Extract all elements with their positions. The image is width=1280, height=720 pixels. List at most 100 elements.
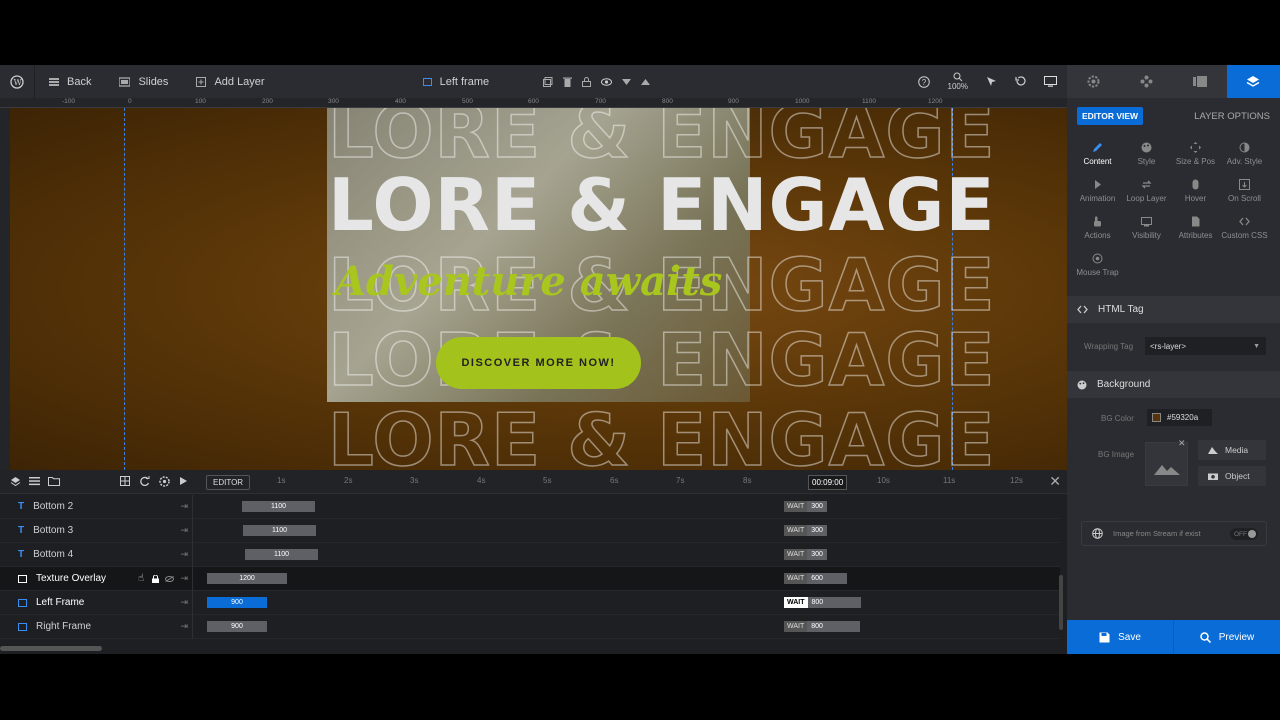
align-end-icon[interactable]: ⇥ <box>180 501 188 512</box>
align-end-icon[interactable]: ⇥ <box>180 573 188 584</box>
duration-bar[interactable]: 900 <box>207 597 267 608</box>
settings-icon[interactable] <box>159 476 170 487</box>
tab-slider-settings[interactable] <box>1067 65 1120 98</box>
editor-view-badge[interactable]: EDITOR VIEW <box>1077 107 1144 125</box>
grid-icon[interactable] <box>120 476 130 486</box>
option-actions[interactable]: Actions <box>1073 216 1122 245</box>
wait-value: 300 <box>807 501 828 512</box>
wordpress-button[interactable]: W <box>0 65 34 98</box>
duration-bar[interactable]: 1100 <box>245 549 318 560</box>
option-hover[interactable]: Hover <box>1171 179 1220 208</box>
visibility-icon[interactable] <box>601 77 613 86</box>
option-adv-style[interactable]: Adv. Style <box>1220 142 1269 171</box>
object-button[interactable]: Object <box>1198 466 1266 486</box>
zoom-control[interactable]: 100% <box>948 72 968 91</box>
stream-toggle[interactable]: OFF <box>1230 528 1258 540</box>
option-on-scroll[interactable]: On Scroll <box>1220 179 1269 208</box>
layer-name-cell[interactable]: Right Frame ⇥ <box>0 614 193 639</box>
align-end-icon[interactable]: ⇥ <box>180 549 188 560</box>
timeline-row[interactable]: Texture Overlay ☝ ⇥ 1200 WAIT 600 <box>0 566 1060 591</box>
play-icon[interactable] <box>179 476 188 486</box>
lock-icon[interactable] <box>582 76 592 87</box>
horizontal-scrollbar[interactable] <box>0 646 102 651</box>
back-button[interactable]: Back <box>35 65 105 98</box>
hidden-icon[interactable] <box>165 575 174 582</box>
option-visibility[interactable]: Visibility <box>1122 216 1171 245</box>
timeline-row[interactable]: Left Frame ⇥ 900 WAIT 800 <box>0 590 1060 615</box>
close-icon[interactable]: ✕ <box>1049 473 1061 490</box>
align-end-icon[interactable]: ⇥ <box>180 597 188 608</box>
option-loop-layer[interactable]: Loop Layer <box>1122 179 1171 208</box>
duration-bar[interactable]: 900 <box>207 621 267 632</box>
save-button[interactable]: Save <box>1067 620 1173 654</box>
html-tag-section[interactable]: HTML Tag <box>1067 296 1280 323</box>
headline-outline[interactable]: LORE & ENGAGE <box>327 397 996 470</box>
preview-button[interactable]: Preview <box>1173 620 1280 654</box>
option-custom-css[interactable]: Custom CSS <box>1220 216 1269 245</box>
wait-block[interactable]: WAIT 300 <box>784 525 828 536</box>
layers-icon[interactable] <box>10 476 21 487</box>
chevron-up-icon[interactable] <box>641 78 651 85</box>
folder-icon[interactable] <box>48 476 60 486</box>
duration-bar[interactable]: 1100 <box>243 525 316 536</box>
chevron-down-icon[interactable] <box>622 78 632 85</box>
ruler-tick: 100 <box>195 98 206 105</box>
align-end-icon[interactable]: ⇥ <box>180 525 188 536</box>
layer-name-field[interactable]: Left frame <box>409 65 504 98</box>
timeline-row[interactable]: T Bottom 2 ⇥ 1100 WAIT 300 <box>0 494 1060 519</box>
tab-slides[interactable] <box>1174 65 1227 98</box>
layer-name-cell[interactable]: Left Frame ⇥ <box>0 590 193 615</box>
option-size-pos[interactable]: Size & Pos <box>1171 142 1220 171</box>
align-end-icon[interactable]: ⇥ <box>180 621 188 632</box>
background-section[interactable]: Background <box>1067 371 1280 398</box>
delete-icon[interactable] <box>563 77 573 87</box>
timeline-row[interactable]: T Bottom 4 ⇥ 1100 WAIT 300 <box>0 542 1060 567</box>
discover-button[interactable]: DISCOVER MORE NOW! <box>436 337 641 389</box>
wait-block[interactable]: WAIT 300 <box>784 549 828 560</box>
timeline-row[interactable]: Right Frame ⇥ 900 WAIT 800 <box>0 614 1060 639</box>
option-attributes[interactable]: Attributes <box>1171 216 1220 245</box>
option-animation[interactable]: Animation <box>1073 179 1122 208</box>
bg-color-picker[interactable]: #59320a <box>1147 409 1212 426</box>
time-tick: 4s <box>477 476 486 485</box>
wait-block[interactable]: WAIT 600 <box>784 573 848 584</box>
current-time[interactable]: 00:09:00 <box>808 475 848 490</box>
layer-name-cell[interactable]: T Bottom 4 ⇥ <box>0 542 193 567</box>
tab-navigation[interactable] <box>1120 65 1173 98</box>
media-button[interactable]: Media <box>1198 440 1266 460</box>
option-style[interactable]: Style <box>1122 142 1171 171</box>
wrapping-tag-select[interactable]: <rs-layer> ▼ <box>1145 337 1266 355</box>
vertical-scrollbar[interactable] <box>1059 575 1063 630</box>
tab-layers[interactable] <box>1226 65 1280 98</box>
layer-name-cell[interactable]: Texture Overlay ☝ ⇥ <box>0 566 193 591</box>
help-icon[interactable]: ? <box>917 75 930 88</box>
duplicate-icon[interactable] <box>543 76 553 87</box>
lock-icon[interactable] <box>152 574 159 583</box>
add-layer-button[interactable]: Add Layer <box>182 65 278 98</box>
editor-toggle[interactable]: EDITOR <box>206 475 251 490</box>
option-mouse-trap[interactable]: Mouse Trap <box>1073 253 1122 282</box>
cursor-icon[interactable] <box>986 76 997 87</box>
right-panel: EDITOR VIEW LAYER OPTIONS Content Style … <box>1067 65 1280 654</box>
close-icon[interactable]: ✕ <box>1178 438 1186 449</box>
desktop-icon[interactable] <box>1044 76 1057 87</box>
slides-icon <box>1193 76 1208 87</box>
wait-block[interactable]: WAIT 800 <box>784 621 861 632</box>
undo-icon[interactable] <box>1015 76 1026 87</box>
headline-outline[interactable]: LORE & ENGAGE <box>327 317 996 403</box>
slide-canvas[interactable]: LORE & ENGAGE LORE & ENGAGE LORE & ENGAG… <box>10 108 1067 470</box>
slogan-text[interactable]: Adventure awaits <box>335 258 722 305</box>
wait-block[interactable]: WAIT 300 <box>784 501 828 512</box>
duration-bar[interactable]: 1200 <box>207 573 287 584</box>
duration-bar[interactable]: 1100 <box>242 501 315 512</box>
layer-name-cell[interactable]: T Bottom 2 ⇥ <box>0 494 193 519</box>
list-icon[interactable] <box>29 476 40 486</box>
option-content[interactable]: Content <box>1073 142 1122 171</box>
loop-icon[interactable] <box>139 476 150 486</box>
slides-button[interactable]: Slides <box>105 65 182 98</box>
headline-solid[interactable]: LORE & ENGAGE <box>328 163 996 247</box>
timeline-row[interactable]: T Bottom 3 ⇥ 1100 WAIT 300 <box>0 518 1060 543</box>
option-label: Loop Layer <box>1126 194 1167 203</box>
wait-block[interactable]: WAIT 800 <box>784 597 861 608</box>
layer-name-cell[interactable]: T Bottom 3 ⇥ <box>0 518 193 543</box>
